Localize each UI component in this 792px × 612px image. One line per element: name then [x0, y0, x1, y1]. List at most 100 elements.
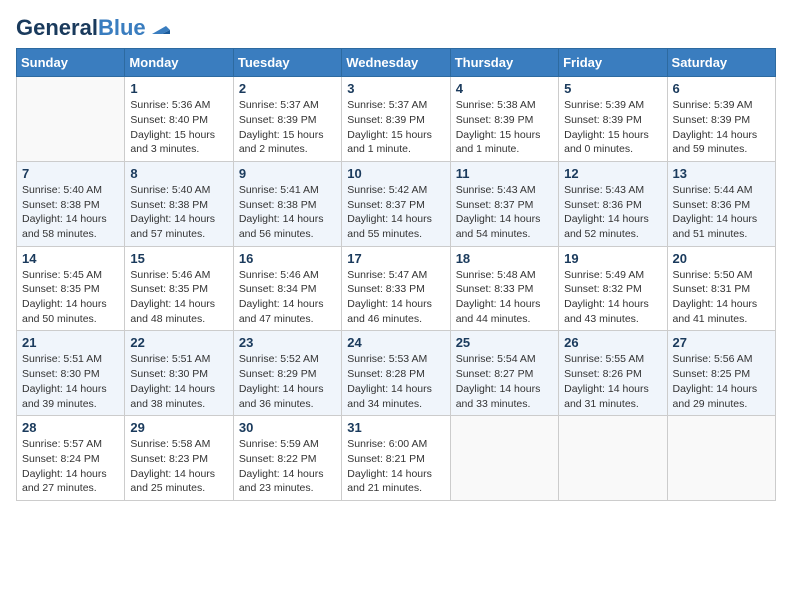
day-info: Sunrise: 5:56 AM Sunset: 8:25 PM Dayligh…: [673, 352, 770, 411]
calendar-cell: 26 Sunrise: 5:55 AM Sunset: 8:26 PM Dayli…: [559, 331, 667, 416]
day-info: Sunrise: 5:39 AM Sunset: 8:39 PM Dayligh…: [673, 98, 770, 157]
calendar-cell: 8Sunrise: 5:40 AM Sunset: 8:38 PM Daylig…: [125, 161, 233, 246]
day-header-friday: Friday: [559, 49, 667, 77]
calendar-cell: [667, 416, 775, 501]
day-info: Sunrise: 6:00 AM Sunset: 8:21 PM Dayligh…: [347, 437, 444, 496]
day-info: Sunrise: 5:44 AM Sunset: 8:36 PM Dayligh…: [673, 183, 770, 242]
calendar-week-row: 21 Sunrise: 5:51 AM Sunset: 8:30 PM Dayli…: [17, 331, 776, 416]
day-header-sunday: Sunday: [17, 49, 125, 77]
calendar-cell: 28 Sunrise: 5:57 AM Sunset: 8:24 PM Dayli…: [17, 416, 125, 501]
calendar-cell: 11 Sunrise: 5:43 AM Sunset: 8:37 PM Dayli…: [450, 161, 558, 246]
day-info: Sunrise: 5:49 AM Sunset: 8:32 PM Dayligh…: [564, 268, 661, 327]
day-info: Sunrise: 5:36 AM Sunset: 8:40 PM Dayligh…: [130, 98, 227, 157]
day-number: 31: [347, 420, 444, 435]
calendar-cell: 6 Sunrise: 5:39 AM Sunset: 8:39 PM Daylig…: [667, 77, 775, 162]
calendar-cell: 1 Sunrise: 5:36 AM Sunset: 8:40 PM Daylig…: [125, 77, 233, 162]
day-info: Sunrise: 5:38 AM Sunset: 8:39 PM Dayligh…: [456, 98, 553, 157]
calendar-week-row: 14 Sunrise: 5:45 AM Sunset: 8:35 PM Dayli…: [17, 246, 776, 331]
day-number: 11: [456, 166, 553, 181]
day-number: 26: [564, 335, 661, 350]
day-info: Sunrise: 5:40 AM Sunset: 8:38 PM Dayligh…: [130, 183, 227, 242]
day-header-tuesday: Tuesday: [233, 49, 341, 77]
day-number: 25: [456, 335, 553, 350]
calendar-cell: 27 Sunrise: 5:56 AM Sunset: 8:25 PM Dayli…: [667, 331, 775, 416]
day-header-wednesday: Wednesday: [342, 49, 450, 77]
day-number: 30: [239, 420, 336, 435]
day-number: 18: [456, 251, 553, 266]
logo: GeneralBlue: [16, 16, 170, 40]
day-number: 3: [347, 81, 444, 96]
calendar-cell: 4 Sunrise: 5:38 AM Sunset: 8:39 PM Daylig…: [450, 77, 558, 162]
calendar-cell: 17Sunrise: 5:47 AM Sunset: 8:33 PM Dayli…: [342, 246, 450, 331]
calendar-table: SundayMondayTuesdayWednesdayThursdayFrid…: [16, 48, 776, 501]
calendar-week-row: 7 Sunrise: 5:40 AM Sunset: 8:38 PM Daylig…: [17, 161, 776, 246]
calendar-cell: 15 Sunrise: 5:46 AM Sunset: 8:35 PM Dayli…: [125, 246, 233, 331]
calendar-cell: 3 Sunrise: 5:37 AM Sunset: 8:39 PM Daylig…: [342, 77, 450, 162]
day-number: 2: [239, 81, 336, 96]
day-number: 6: [673, 81, 770, 96]
day-info: Sunrise: 5:55 AM Sunset: 8:26 PM Dayligh…: [564, 352, 661, 411]
day-number: 7: [22, 166, 119, 181]
day-info: Sunrise: 5:51 AM Sunset: 8:30 PM Dayligh…: [130, 352, 227, 411]
logo-icon: [148, 16, 170, 38]
day-info: Sunrise: 5:46 AM Sunset: 8:35 PM Dayligh…: [130, 268, 227, 327]
calendar-cell: 10Sunrise: 5:42 AM Sunset: 8:37 PM Dayli…: [342, 161, 450, 246]
day-number: 4: [456, 81, 553, 96]
day-number: 24: [347, 335, 444, 350]
calendar-cell: 29 Sunrise: 5:58 AM Sunset: 8:23 PM Dayli…: [125, 416, 233, 501]
day-info: Sunrise: 5:52 AM Sunset: 8:29 PM Dayligh…: [239, 352, 336, 411]
day-info: Sunrise: 5:48 AM Sunset: 8:33 PM Dayligh…: [456, 268, 553, 327]
day-number: 16: [239, 251, 336, 266]
calendar-cell: [559, 416, 667, 501]
day-number: 19: [564, 251, 661, 266]
calendar-cell: 23 Sunrise: 5:52 AM Sunset: 8:29 PM Dayli…: [233, 331, 341, 416]
day-info: Sunrise: 5:54 AM Sunset: 8:27 PM Dayligh…: [456, 352, 553, 411]
calendar-cell: 18 Sunrise: 5:48 AM Sunset: 8:33 PM Dayli…: [450, 246, 558, 331]
calendar-cell: 25 Sunrise: 5:54 AM Sunset: 8:27 PM Dayli…: [450, 331, 558, 416]
calendar-cell: 2 Sunrise: 5:37 AM Sunset: 8:39 PM Daylig…: [233, 77, 341, 162]
calendar-cell: 21Sunrise: 5:51 AM Sunset: 8:30 PM Dayli…: [17, 331, 125, 416]
day-number: 29: [130, 420, 227, 435]
day-number: 5: [564, 81, 661, 96]
day-info: Sunrise: 5:37 AM Sunset: 8:39 PM Dayligh…: [239, 98, 336, 157]
calendar-cell: 31 Sunrise: 6:00 AM Sunset: 8:21 PM Dayli…: [342, 416, 450, 501]
page-header: GeneralBlue: [16, 16, 776, 40]
calendar-cell: [450, 416, 558, 501]
day-info: Sunrise: 5:46 AM Sunset: 8:34 PM Dayligh…: [239, 268, 336, 327]
calendar-cell: 14 Sunrise: 5:45 AM Sunset: 8:35 PM Dayli…: [17, 246, 125, 331]
day-number: 20: [673, 251, 770, 266]
calendar-cell: [17, 77, 125, 162]
day-info: Sunrise: 5:50 AM Sunset: 8:31 PM Dayligh…: [673, 268, 770, 327]
day-number: 17: [347, 251, 444, 266]
calendar-week-row: 28 Sunrise: 5:57 AM Sunset: 8:24 PM Dayli…: [17, 416, 776, 501]
calendar-cell: 30Sunrise: 5:59 AM Sunset: 8:22 PM Dayli…: [233, 416, 341, 501]
day-header-saturday: Saturday: [667, 49, 775, 77]
day-info: Sunrise: 5:43 AM Sunset: 8:37 PM Dayligh…: [456, 183, 553, 242]
day-info: Sunrise: 5:41 AM Sunset: 8:38 PM Dayligh…: [239, 183, 336, 242]
day-info: Sunrise: 5:57 AM Sunset: 8:24 PM Dayligh…: [22, 437, 119, 496]
day-number: 23: [239, 335, 336, 350]
day-info: Sunrise: 5:43 AM Sunset: 8:36 PM Dayligh…: [564, 183, 661, 242]
day-info: Sunrise: 5:42 AM Sunset: 8:37 PM Dayligh…: [347, 183, 444, 242]
calendar-cell: 7 Sunrise: 5:40 AM Sunset: 8:38 PM Daylig…: [17, 161, 125, 246]
day-info: Sunrise: 5:53 AM Sunset: 8:28 PM Dayligh…: [347, 352, 444, 411]
day-number: 28: [22, 420, 119, 435]
day-number: 21: [22, 335, 119, 350]
calendar-cell: 16 Sunrise: 5:46 AM Sunset: 8:34 PM Dayli…: [233, 246, 341, 331]
day-header-monday: Monday: [125, 49, 233, 77]
day-info: Sunrise: 5:45 AM Sunset: 8:35 PM Dayligh…: [22, 268, 119, 327]
calendar-header-row: SundayMondayTuesdayWednesdayThursdayFrid…: [17, 49, 776, 77]
day-number: 22: [130, 335, 227, 350]
day-number: 1: [130, 81, 227, 96]
logo-text: GeneralBlue: [16, 16, 146, 40]
day-info: Sunrise: 5:40 AM Sunset: 8:38 PM Dayligh…: [22, 183, 119, 242]
calendar-cell: 20 Sunrise: 5:50 AM Sunset: 8:31 PM Dayli…: [667, 246, 775, 331]
day-number: 12: [564, 166, 661, 181]
day-number: 15: [130, 251, 227, 266]
day-info: Sunrise: 5:37 AM Sunset: 8:39 PM Dayligh…: [347, 98, 444, 157]
day-number: 14: [22, 251, 119, 266]
day-header-thursday: Thursday: [450, 49, 558, 77]
day-info: Sunrise: 5:58 AM Sunset: 8:23 PM Dayligh…: [130, 437, 227, 496]
day-number: 13: [673, 166, 770, 181]
day-number: 27: [673, 335, 770, 350]
